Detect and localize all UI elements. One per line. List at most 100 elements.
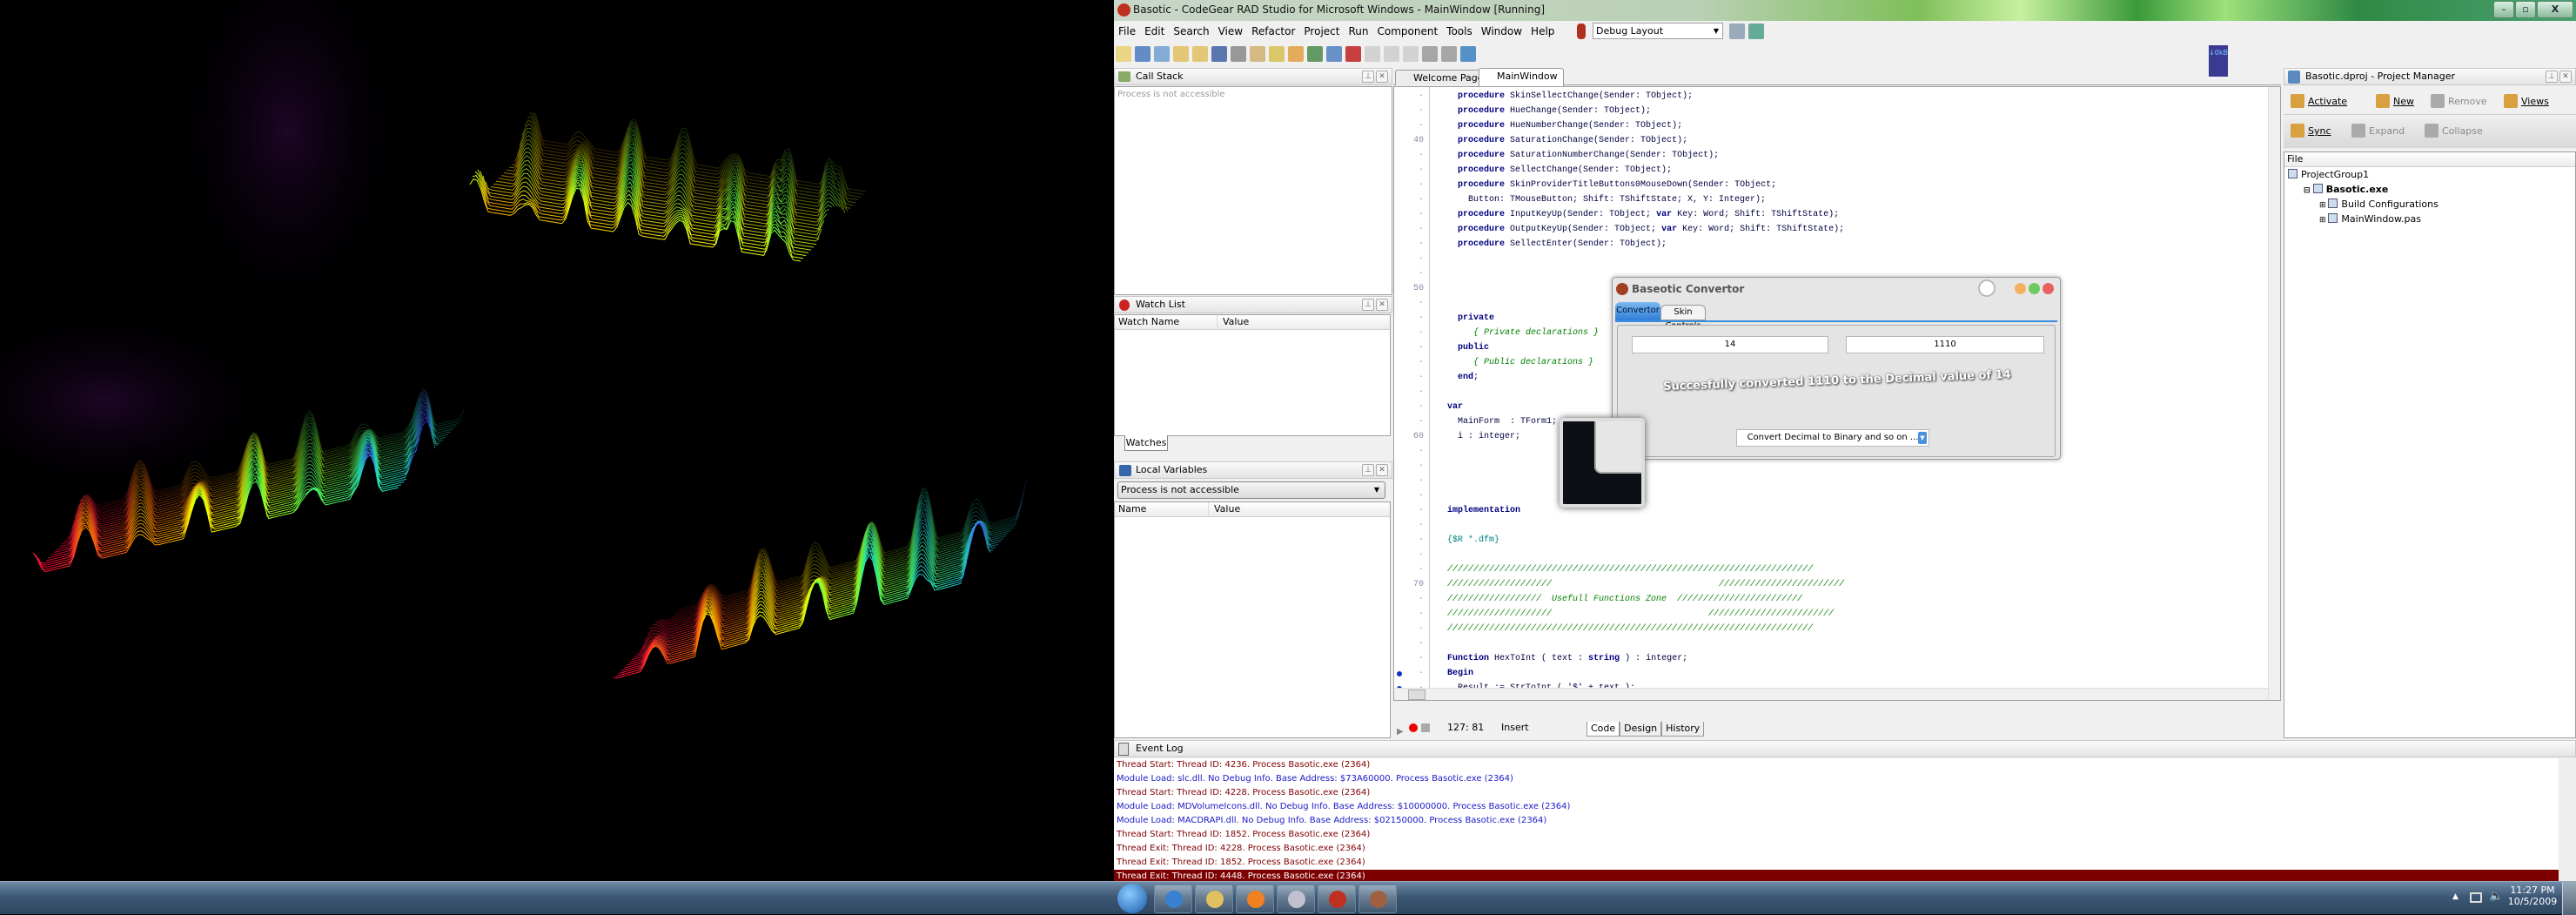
menu-search[interactable]: Search [1169,21,1213,43]
close-button[interactable]: X [2537,1,2573,18]
expand-icon[interactable]: ⊞ [2319,201,2328,210]
log-entry[interactable]: Module Load: slc.dll. No Debug Info. Bas… [1114,772,2559,786]
pin-icon[interactable]: ⊥ [1362,464,1374,476]
start-button[interactable] [1117,884,1147,913]
remove-file-icon[interactable] [1288,46,1304,62]
column-value[interactable]: Value [1209,503,1240,515]
event-log-scrollbar[interactable] [2559,758,2576,881]
tree-item[interactable]: ⊞ MainWindow.pas [2284,212,2575,226]
record-icon[interactable] [1409,723,1418,732]
stop-icon[interactable] [1345,46,1361,62]
minimize-button[interactable] [2015,283,2026,294]
close-icon[interactable]: ✕ [1376,71,1388,83]
open-project2-icon[interactable] [1250,46,1265,62]
show-hidden-icons[interactable]: ▲ [2452,892,2459,901]
log-entry[interactable]: Thread Start: Thread ID: 4236. Process B… [1114,758,2559,772]
pin-icon[interactable]: ⊥ [2546,71,2558,83]
log-entry[interactable]: Module Load: MACDRAPI.dll. No Debug Info… [1114,814,2559,828]
editor-tab-welcome-page[interactable]: Welcome Page [1395,70,1490,85]
view-tab-design[interactable]: Design [1620,722,1662,737]
column-name[interactable]: Name [1115,502,1209,516]
taskbar-basotic[interactable] [1318,885,1356,913]
layout-combo[interactable]: Debug Layout ▼ [1593,23,1723,39]
new-form-icon[interactable] [1135,46,1150,62]
new-file-icon[interactable] [1116,46,1131,62]
save-all-icon[interactable] [1231,46,1246,62]
decimal-input[interactable]: 14 [1632,336,1828,353]
scroll-thumb[interactable] [1408,690,1426,700]
horizontal-scrollbar[interactable] [1394,688,2268,700]
local-variables-combo[interactable]: Process is not accessible ▼ [1117,481,1385,499]
log-entry[interactable]: Thread Start: Thread ID: 1852. Process B… [1114,828,2559,842]
pause-icon[interactable] [1326,46,1342,62]
open-project-icon[interactable] [1192,46,1208,62]
column-watch-name[interactable]: Watch Name [1115,315,1218,329]
log-entry[interactable]: Thread Exit: Thread ID: 4228. Process Ba… [1114,842,2559,856]
tab-skin-controls[interactable]: Skin Controls [1660,305,1706,331]
close-button[interactable] [2043,283,2054,294]
activate-icon[interactable] [2291,94,2304,108]
collapse-button[interactable]: Collapse [2442,125,2483,137]
help-icon[interactable] [1460,46,1476,62]
tab-watches[interactable]: Watches [1124,435,1168,451]
taskbar-media-player[interactable] [1236,885,1274,913]
column-file[interactable]: File [2284,152,2575,167]
binary-output[interactable]: 1110 [1846,336,2044,353]
menu-edit[interactable]: Edit [1140,21,1169,43]
activate-button[interactable]: Activate [2308,96,2347,107]
sync-icon[interactable] [2291,124,2304,138]
expand-icon[interactable]: ⊞ [2319,216,2328,225]
column-value[interactable]: Value [1218,316,1249,327]
play-icon[interactable]: ▶ [1397,723,1404,741]
taskbar-rad-studio[interactable] [1358,885,1397,913]
run-icon[interactable] [1307,46,1323,62]
taskbar-explorer[interactable] [1195,885,1233,913]
tree-item[interactable]: ProjectGroup1 [2284,167,2575,182]
minimize-button[interactable]: – [2493,1,2514,18]
remove-icon[interactable] [2431,94,2445,108]
new-unit-icon[interactable] [1154,46,1170,62]
expand-icon[interactable] [2351,124,2365,138]
taskbar-snipping-tool[interactable] [1277,885,1315,913]
save-icon[interactable] [1211,46,1227,62]
maximize-button[interactable] [2029,283,2040,294]
collapse-icon[interactable]: ⊟ [2304,186,2313,195]
close-icon[interactable]: ✕ [1376,464,1388,476]
event-log-list[interactable]: Thread Start: Thread ID: 4236. Process B… [1114,758,2559,881]
expand-button[interactable]: Expand [2369,125,2405,137]
maximize-button[interactable]: ▫ [2515,1,2536,18]
tree-item[interactable]: ⊟ Basotic.exe [2284,182,2575,197]
open-icon[interactable] [1173,46,1189,62]
clock[interactable]: 11:27 PM 10/5/2009 [2506,885,2559,907]
stop-icon[interactable] [1421,723,1430,732]
taskbar-internet-explorer[interactable] [1154,885,1192,913]
editor-tab-mainwindow[interactable]: MainWindow [1479,68,1564,86]
new-icon[interactable] [2376,94,2390,108]
menu-refactor[interactable]: Refactor [1247,21,1299,43]
network-icon[interactable] [2470,892,2482,903]
project-tree[interactable]: File ProjectGroup1 ⊟ Basotic.exe ⊞ Build C… [2284,151,2576,738]
view-tab-code[interactable]: Code [1587,722,1620,737]
log-entry[interactable]: Thread Exit: Thread ID: 1852. Process Ba… [1114,856,2559,870]
pin-icon[interactable]: ⊥ [1362,71,1374,83]
menu-window[interactable]: Window [1477,21,1526,43]
chevron-down-icon[interactable]: ▼ [1918,432,1927,444]
local-variables-table[interactable]: Name Value [1114,501,1391,738]
close-icon[interactable]: ✕ [2559,71,2572,83]
menu-project[interactable]: Project [1299,21,1344,43]
log-entry[interactable]: Module Load: MDVolumeIcons.dll. No Debug… [1114,800,2559,814]
views-button[interactable]: Views [2521,96,2549,107]
menu-view[interactable]: View [1214,21,1247,43]
views-icon[interactable] [2504,94,2518,108]
tab-convertor[interactable]: Convertor [1615,302,1660,320]
trace-into-icon[interactable] [1365,46,1380,62]
log-entry[interactable]: Thread Start: Thread ID: 4228. Process B… [1114,786,2559,800]
run-to-cursor-icon[interactable] [1403,46,1419,62]
menu-component[interactable]: Component [1372,21,1442,43]
tree-item[interactable]: ⊞ Build Configurations [2284,197,2575,212]
remove-button[interactable]: Remove [2448,96,2487,107]
step-over-icon[interactable] [1384,46,1399,62]
collapse-icon[interactable] [2425,124,2438,138]
show-desktop-button[interactable] [2562,882,2576,915]
magnifier-icon[interactable] [1978,279,1996,297]
